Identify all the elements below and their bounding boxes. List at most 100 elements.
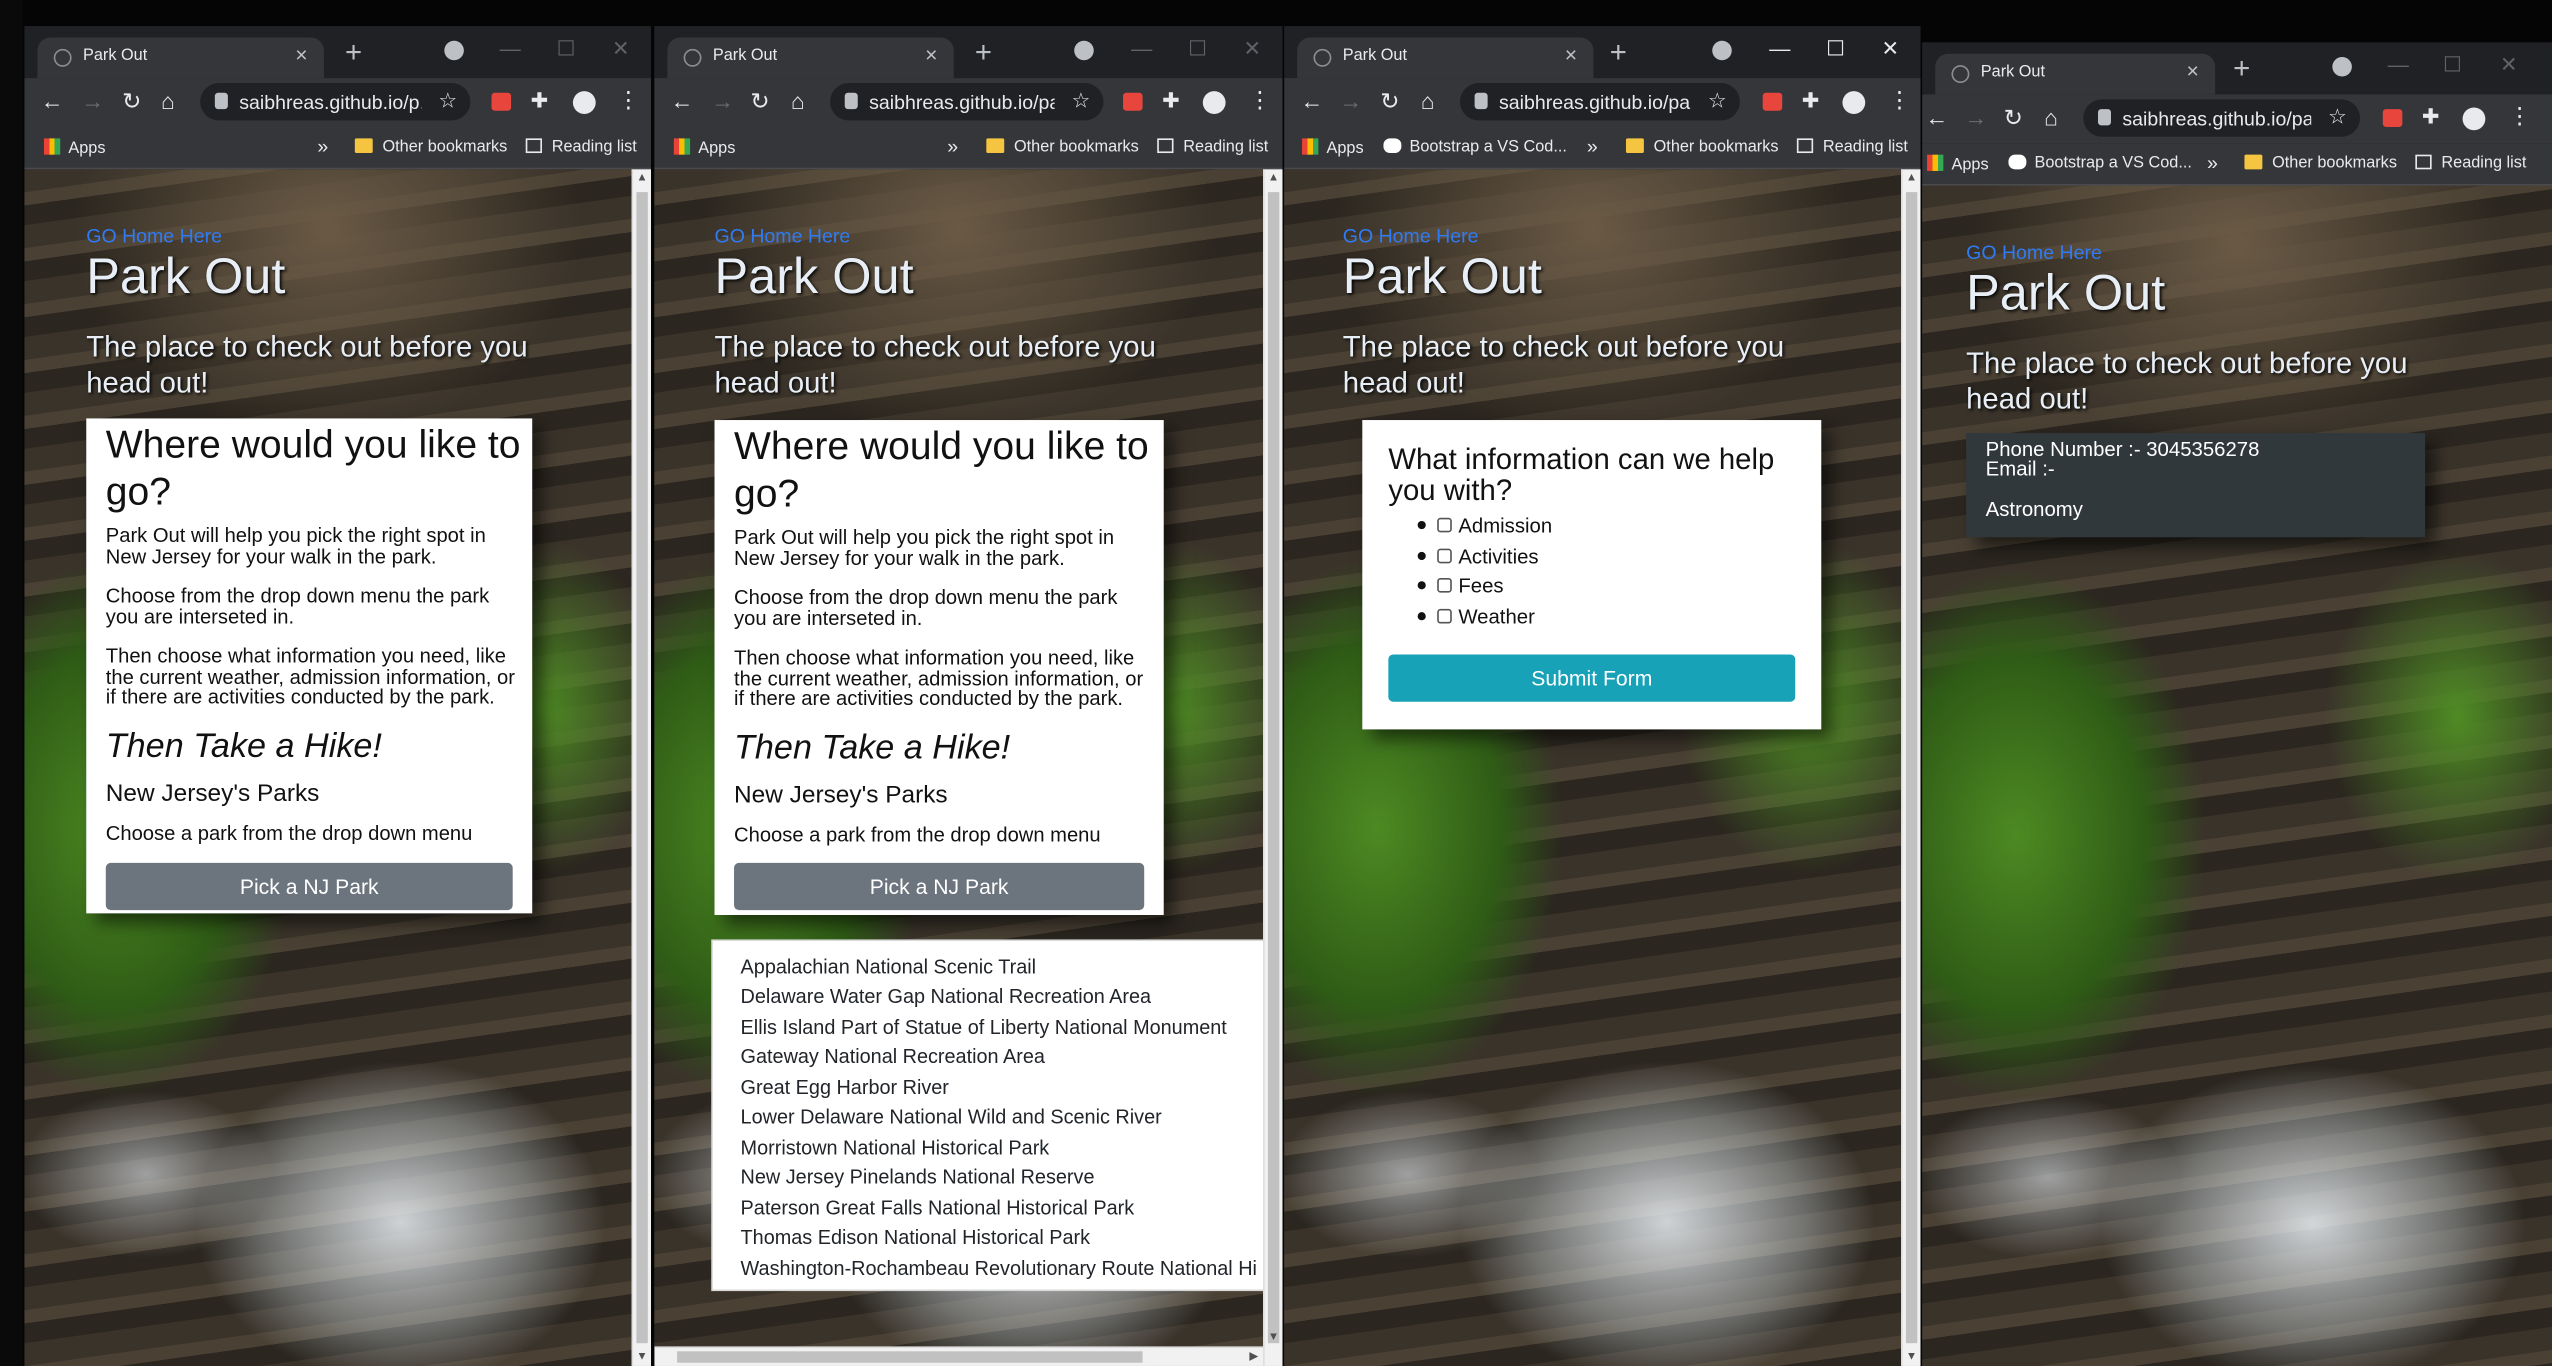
minimize-icon[interactable]: —	[1769, 36, 1790, 60]
minimize-icon[interactable]: —	[2388, 52, 2409, 76]
close-tab-icon[interactable]: ×	[2187, 59, 2199, 83]
address-bar[interactable]: l saibhreas.github.io/p... ☆	[200, 83, 471, 121]
bookmarks-overflow-icon[interactable]: »	[1587, 135, 1598, 158]
checkbox[interactable]	[1437, 608, 1452, 624]
tab-search-icon[interactable]: v	[1074, 40, 1094, 61]
close-tab-icon[interactable]: ×	[925, 42, 937, 66]
close-tab-icon[interactable]: ×	[1565, 42, 1577, 66]
extension-icon[interactable]: e	[1762, 92, 1783, 111]
menu-icon[interactable]: ⋮	[617, 86, 640, 114]
scroll-down-icon[interactable]: ▼	[1906, 1351, 1917, 1362]
dropdown-item[interactable]: Delaware Water Gap National Recreation A…	[741, 985, 1152, 1008]
dropdown-item[interactable]: Gateway National Recreation Area	[741, 1045, 1045, 1068]
scrollbar-thumb[interactable]	[636, 192, 648, 1344]
dropdown-item[interactable]: Thomas Edison National Historical Park	[741, 1226, 1091, 1249]
option-activities[interactable]: Activities	[1417, 545, 1539, 568]
home-icon[interactable]: ⌂	[2044, 104, 2058, 130]
checkbox[interactable]	[1437, 548, 1452, 564]
bookmark-star-icon[interactable]: ☆	[1708, 88, 1727, 114]
new-tab-icon[interactable]: +	[345, 36, 362, 70]
pick-park-button[interactable]: Pick a NJ Park	[105, 862, 513, 911]
reload-icon[interactable]: ↻	[2004, 104, 2023, 130]
scroll-up-icon[interactable]: ▲	[1906, 173, 1917, 184]
scroll-down-icon[interactable]: ▼	[1268, 1332, 1279, 1343]
new-tab-icon[interactable]: +	[975, 36, 992, 70]
bookmark-other[interactable]: Other bookmarks	[354, 138, 507, 156]
scrollbar-thumb[interactable]	[1905, 192, 1918, 1344]
tab-search-icon[interactable]: v	[2332, 56, 2352, 77]
dropdown-item[interactable]: New Jersey Pinelands National Reserve	[741, 1166, 1095, 1189]
bookmark-star-icon[interactable]: ☆	[2328, 104, 2347, 130]
horizontal-scrollbar[interactable]: ▶	[654, 1346, 1264, 1366]
vertical-scrollbar[interactable]: ▲ ▼	[1901, 169, 1921, 1366]
bookmarks-overflow-icon[interactable]: »	[947, 135, 958, 158]
dropdown-item[interactable]: Paterson Great Falls National Historical…	[741, 1197, 1135, 1220]
home-icon[interactable]: ⌂	[1421, 88, 1435, 114]
checkbox[interactable]	[1437, 577, 1452, 593]
extensions-puzzle-icon[interactable]: ✚	[1802, 88, 1820, 114]
extension-icon[interactable]: e	[491, 92, 512, 111]
reading-list[interactable]: Reading list	[2415, 154, 2526, 173]
menu-icon[interactable]: ⋮	[2508, 103, 2531, 131]
browser-tab[interactable]: o Park Out ×	[667, 37, 954, 79]
close-window-icon[interactable]: ✕	[1243, 36, 1261, 62]
scroll-right-icon[interactable]: ▶	[1249, 1350, 1258, 1362]
tab-search-icon[interactable]: v	[1712, 40, 1732, 61]
bookmarks-overflow-icon[interactable]: »	[317, 135, 328, 158]
back-icon[interactable]: ←	[1925, 104, 1948, 130]
close-window-icon[interactable]: ✕	[2500, 52, 2518, 78]
address-bar[interactable]: l saibhreas.github.io/pa... ☆	[830, 83, 1104, 121]
bookmark-other[interactable]: Other bookmarks	[986, 138, 1139, 156]
profile-avatar-icon[interactable]: a	[1842, 91, 1866, 114]
back-icon[interactable]: ←	[671, 88, 694, 114]
new-tab-icon[interactable]: +	[2233, 52, 2250, 86]
extensions-puzzle-icon[interactable]: ✚	[531, 88, 549, 114]
scroll-down-icon[interactable]: ▼	[636, 1351, 647, 1362]
menu-icon[interactable]: ⋮	[1248, 86, 1271, 114]
bookmark-apps[interactable]: Apps	[1927, 154, 1989, 174]
address-bar[interactable]: l saibhreas.github.io/par... ☆	[1459, 83, 1740, 121]
reading-list[interactable]: Reading list	[525, 138, 637, 156]
option-admission[interactable]: Admission	[1417, 514, 1552, 537]
forward-icon[interactable]: →	[1340, 88, 1363, 114]
minimize-icon[interactable]: —	[1131, 36, 1152, 60]
home-link[interactable]: GO Home Here	[1966, 241, 2102, 264]
menu-icon[interactable]: ⋮	[1888, 86, 1911, 114]
scrollbar-thumb[interactable]	[677, 1351, 1143, 1363]
scroll-up-icon[interactable]: ▲	[1268, 173, 1279, 184]
option-weather[interactable]: Weather	[1417, 606, 1535, 628]
dropdown-item[interactable]: Ellis Island Part of Statue of Liberty N…	[741, 1016, 1227, 1039]
forward-icon[interactable]: →	[1965, 104, 1988, 130]
maximize-icon[interactable]: ☐	[1826, 36, 1845, 62]
extension-icon[interactable]: e	[1123, 92, 1143, 111]
reading-list[interactable]: Reading list	[1796, 138, 1908, 156]
dropdown-item[interactable]: Appalachian National Scenic Trail	[741, 956, 1037, 979]
maximize-icon[interactable]: ☐	[2443, 52, 2462, 78]
maximize-icon[interactable]: ☐	[557, 36, 576, 62]
bookmark-apps[interactable]: Apps	[43, 138, 105, 158]
close-tab-icon[interactable]: ×	[295, 42, 307, 66]
vertical-scrollbar[interactable]: ▲ ▼	[631, 169, 652, 1366]
option-fees[interactable]: Fees	[1417, 575, 1504, 598]
vertical-scrollbar[interactable]: ▲ ▼	[1263, 169, 1283, 1366]
extensions-puzzle-icon[interactable]: ✚	[2422, 104, 2440, 130]
new-tab-icon[interactable]: +	[1610, 36, 1627, 70]
dropdown-item[interactable]: Great Egg Harbor River	[741, 1076, 949, 1099]
checkbox[interactable]	[1437, 517, 1452, 533]
forward-icon[interactable]: →	[711, 88, 734, 114]
scrollbar-thumb[interactable]	[1267, 192, 1280, 1344]
maximize-icon[interactable]: ☐	[1188, 36, 1207, 62]
home-link[interactable]: GO Home Here	[86, 225, 222, 248]
dropdown-item[interactable]: Morristown National Historical Park	[741, 1136, 1050, 1159]
scroll-up-icon[interactable]: ▲	[636, 173, 647, 184]
extensions-puzzle-icon[interactable]: ✚	[1162, 88, 1180, 114]
pick-park-button[interactable]: Pick a NJ Park	[734, 862, 1145, 911]
browser-tab[interactable]: o Park Out ×	[1297, 37, 1594, 79]
reading-list[interactable]: Reading list	[1157, 138, 1268, 156]
bookmark-star-icon[interactable]: ☆	[438, 88, 457, 114]
home-link[interactable]: GO Home Here	[715, 225, 851, 248]
minimize-icon[interactable]: —	[500, 36, 521, 60]
bookmark-bootstrap[interactable]: Bootstrap a VS Cod...	[2008, 154, 2192, 173]
bookmark-other[interactable]: Other bookmarks	[1625, 138, 1778, 156]
browser-tab[interactable]: o Park Out ×	[37, 37, 324, 79]
